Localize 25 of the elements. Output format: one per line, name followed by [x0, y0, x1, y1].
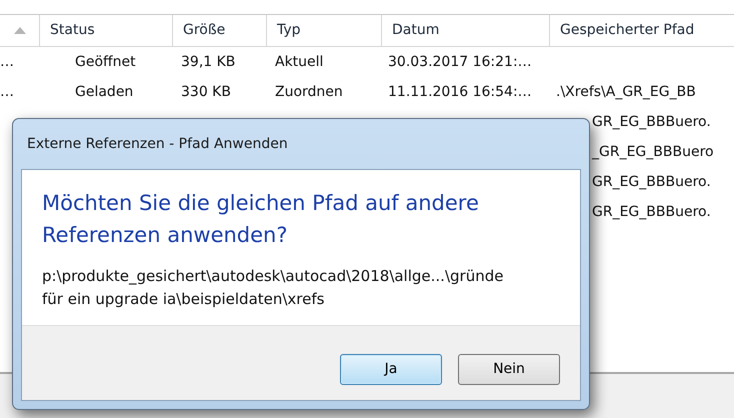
column-header[interactable]: Typ [277, 20, 301, 41]
window-title: Externe Referenzen - Pfad Anwenden [26, 134, 289, 154]
table-cell: .\Xrefs\A_GR_EG_BB [556, 84, 696, 100]
table-cell: Zuordnen [275, 84, 343, 100]
table-cell: Aktuell [275, 54, 324, 70]
column-header[interactable]: Datum [392, 20, 440, 41]
table-cell: GR_EG_BBBuero. [592, 204, 711, 220]
table-cell: 30.03.2017 16:21:… [388, 54, 532, 70]
table-cell: GR_EG_BBBuero. [592, 174, 711, 190]
table-cell: 330 KB [181, 84, 231, 100]
table-cell: 11.11.2016 16:54:… [388, 84, 532, 100]
path-text: p:\produkte_gesichert\autodesk\autocad\2018\allge...\gründe für ein upgrade ia\beispieldaten\xrefs [42, 266, 504, 310]
table-cell: 39,1 KB [181, 54, 236, 70]
table-cell: … [0, 84, 14, 100]
table-cell: Geladen [75, 84, 134, 100]
dialog-question: Möchten Sie die gleichen Pfad auf andere Referenzen anwenden? [42, 190, 480, 248]
table-cell: _GR_EG_BBBuero [592, 144, 714, 160]
no-button[interactable]: Nein [458, 354, 560, 384]
table-cell: … [0, 54, 14, 70]
table-cell: Geöffnet [75, 54, 136, 70]
column-header[interactable]: Gespeicherter Pfad [560, 20, 694, 41]
column-header[interactable]: Größe [183, 20, 226, 41]
column-header[interactable]: Status [50, 20, 95, 41]
table-cell: GR_EG_BBBuero. [592, 114, 711, 130]
yes-button[interactable]: Ja [340, 354, 442, 384]
